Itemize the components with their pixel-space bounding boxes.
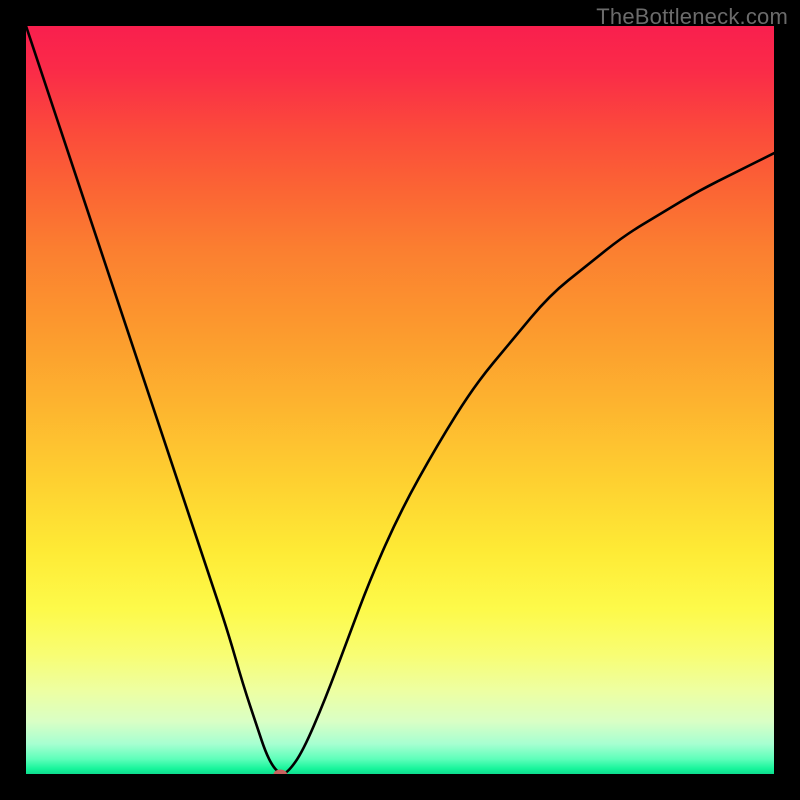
bottleneck-curve [26,26,774,773]
plot-area [26,26,774,774]
watermark-text: TheBottleneck.com [596,4,788,30]
chart-frame: TheBottleneck.com [0,0,800,800]
chart-svg [26,26,774,774]
